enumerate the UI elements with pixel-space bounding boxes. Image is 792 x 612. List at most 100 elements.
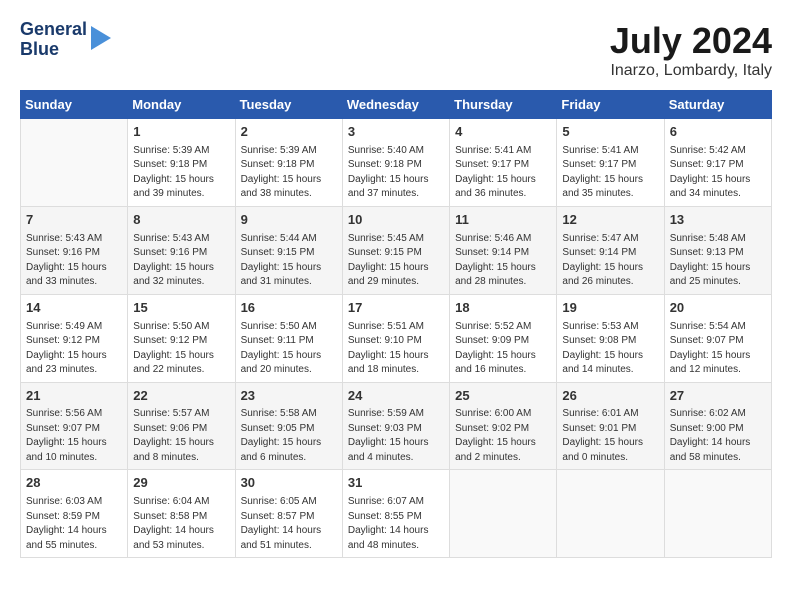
weekday-header: Wednesday — [342, 91, 449, 119]
weekday-header-row: SundayMondayTuesdayWednesdayThursdayFrid… — [21, 91, 772, 119]
calendar-cell: 20Sunrise: 5:54 AM Sunset: 9:07 PM Dayli… — [664, 294, 771, 382]
calendar-cell: 27Sunrise: 6:02 AM Sunset: 9:00 PM Dayli… — [664, 382, 771, 470]
day-info: Sunrise: 5:50 AM Sunset: 9:12 PM Dayligh… — [133, 320, 229, 378]
title-block: July 2024 Inarzo, Lombardy, Italy — [610, 20, 772, 80]
day-info: Sunrise: 5:41 AM Sunset: 9:17 PM Dayligh… — [562, 144, 658, 202]
calendar-cell: 26Sunrise: 6:01 AM Sunset: 9:01 PM Dayli… — [557, 382, 664, 470]
calendar-cell — [557, 470, 664, 558]
day-info: Sunrise: 6:03 AM Sunset: 8:59 PM Dayligh… — [26, 495, 122, 553]
day-number: 25 — [455, 387, 551, 406]
calendar-cell: 8Sunrise: 5:43 AM Sunset: 9:16 PM Daylig… — [128, 206, 235, 294]
weekday-header: Thursday — [450, 91, 557, 119]
calendar-cell — [664, 470, 771, 558]
weekday-header: Tuesday — [235, 91, 342, 119]
day-info: Sunrise: 5:50 AM Sunset: 9:11 PM Dayligh… — [241, 320, 337, 378]
calendar-week-row: 28 Sunrise: 6:03 AM Sunset: 8:59 PM Dayli… — [21, 470, 772, 558]
calendar-cell: 19Sunrise: 5:53 AM Sunset: 9:08 PM Dayli… — [557, 294, 664, 382]
day-number: 22 — [133, 387, 229, 406]
day-number: 20 — [670, 299, 766, 318]
day-number: 6 — [670, 123, 766, 142]
calendar-cell: 1 Sunrise: 5:39 AM Sunset: 9:18 PM Daylig… — [128, 119, 235, 207]
logo-text-line1: General — [20, 20, 87, 40]
weekday-header: Monday — [128, 91, 235, 119]
calendar-cell: 18Sunrise: 5:52 AM Sunset: 9:09 PM Dayli… — [450, 294, 557, 382]
day-info: Sunrise: 5:45 AM Sunset: 9:15 PM Dayligh… — [348, 232, 444, 290]
calendar-cell: 3Sunrise: 5:40 AM Sunset: 9:18 PM Daylig… — [342, 119, 449, 207]
day-number: 29 — [133, 474, 229, 493]
page-header: General Blue July 2024 Inarzo, Lombardy,… — [20, 20, 772, 80]
calendar-cell: 30 Sunrise: 6:05 AM Sunset: 8:57 PM Dayli… — [235, 470, 342, 558]
day-number: 27 — [670, 387, 766, 406]
day-info: Sunrise: 5:47 AM Sunset: 9:14 PM Dayligh… — [562, 232, 658, 290]
day-info: Sunrise: 5:51 AM Sunset: 9:10 PM Dayligh… — [348, 320, 444, 378]
calendar-cell: 13 Sunrise: 5:48 AM Sunset: 9:13 PM Dayli… — [664, 206, 771, 294]
day-info: Sunrise: 5:48 AM Sunset: 9:13 PM Dayligh… — [670, 232, 766, 290]
calendar-cell: 9Sunrise: 5:44 AM Sunset: 9:15 PM Daylig… — [235, 206, 342, 294]
day-number: 12 — [562, 211, 658, 230]
day-number: 21 — [26, 387, 122, 406]
logo-text-line2: Blue — [20, 40, 87, 60]
weekday-header: Friday — [557, 91, 664, 119]
day-number: 8 — [133, 211, 229, 230]
calendar-cell: 2 Sunrise: 5:39 AM Sunset: 9:18 PM Daylig… — [235, 119, 342, 207]
day-number: 13 — [670, 211, 766, 230]
calendar-week-row: 1 Sunrise: 5:39 AM Sunset: 9:18 PM Daylig… — [21, 119, 772, 207]
day-info: Sunrise: 6:07 AM Sunset: 8:55 PM Dayligh… — [348, 495, 444, 553]
day-number: 5 — [562, 123, 658, 142]
day-number: 19 — [562, 299, 658, 318]
day-number: 2 — [241, 123, 337, 142]
day-info: Sunrise: 5:41 AM Sunset: 9:17 PM Dayligh… — [455, 144, 551, 202]
day-info: Sunrise: 6:04 AM Sunset: 8:58 PM Dayligh… — [133, 495, 229, 553]
day-number: 3 — [348, 123, 444, 142]
calendar-cell: 11 Sunrise: 5:46 AM Sunset: 9:14 PM Dayli… — [450, 206, 557, 294]
calendar-cell: 7Sunrise: 5:43 AM Sunset: 9:16 PM Daylig… — [21, 206, 128, 294]
day-info: Sunrise: 5:49 AM Sunset: 9:12 PM Dayligh… — [26, 320, 122, 378]
day-info: Sunrise: 6:01 AM Sunset: 9:01 PM Dayligh… — [562, 407, 658, 465]
day-info: Sunrise: 6:02 AM Sunset: 9:00 PM Dayligh… — [670, 407, 766, 465]
main-title: July 2024 — [610, 20, 772, 62]
calendar-cell: 14 Sunrise: 5:49 AM Sunset: 9:12 PM Dayli… — [21, 294, 128, 382]
day-number: 30 — [241, 474, 337, 493]
day-info: Sunrise: 5:58 AM Sunset: 9:05 PM Dayligh… — [241, 407, 337, 465]
calendar-cell: 15Sunrise: 5:50 AM Sunset: 9:12 PM Dayli… — [128, 294, 235, 382]
day-number: 7 — [26, 211, 122, 230]
logo-arrow-icon — [91, 26, 111, 50]
day-info: Sunrise: 5:42 AM Sunset: 9:17 PM Dayligh… — [670, 144, 766, 202]
day-info: Sunrise: 5:39 AM Sunset: 9:18 PM Dayligh… — [133, 144, 229, 202]
day-number: 14 — [26, 299, 122, 318]
day-info: Sunrise: 5:46 AM Sunset: 9:14 PM Dayligh… — [455, 232, 551, 290]
day-number: 28 — [26, 474, 122, 493]
weekday-header: Saturday — [664, 91, 771, 119]
day-number: 31 — [348, 474, 444, 493]
calendar-cell: 5 Sunrise: 5:41 AM Sunset: 9:17 PM Daylig… — [557, 119, 664, 207]
calendar-cell: 21Sunrise: 5:56 AM Sunset: 9:07 PM Dayli… — [21, 382, 128, 470]
day-info: Sunrise: 6:05 AM Sunset: 8:57 PM Dayligh… — [241, 495, 337, 553]
calendar-cell: 28 Sunrise: 6:03 AM Sunset: 8:59 PM Dayli… — [21, 470, 128, 558]
calendar-cell — [450, 470, 557, 558]
calendar-cell: 10Sunrise: 5:45 AM Sunset: 9:15 PM Dayli… — [342, 206, 449, 294]
calendar-cell: 22Sunrise: 5:57 AM Sunset: 9:06 PM Dayli… — [128, 382, 235, 470]
day-number: 11 — [455, 211, 551, 230]
calendar-cell: 23Sunrise: 5:58 AM Sunset: 9:05 PM Dayli… — [235, 382, 342, 470]
calendar-cell: 4Sunrise: 5:41 AM Sunset: 9:17 PM Daylig… — [450, 119, 557, 207]
day-info: Sunrise: 5:44 AM Sunset: 9:15 PM Dayligh… — [241, 232, 337, 290]
calendar-cell: 24Sunrise: 5:59 AM Sunset: 9:03 PM Dayli… — [342, 382, 449, 470]
day-info: Sunrise: 5:39 AM Sunset: 9:18 PM Dayligh… — [241, 144, 337, 202]
day-number: 24 — [348, 387, 444, 406]
calendar-cell: 17 Sunrise: 5:51 AM Sunset: 9:10 PM Dayli… — [342, 294, 449, 382]
calendar-cell: 25Sunrise: 6:00 AM Sunset: 9:02 PM Dayli… — [450, 382, 557, 470]
day-number: 26 — [562, 387, 658, 406]
day-number: 23 — [241, 387, 337, 406]
day-number: 1 — [133, 123, 229, 142]
day-number: 17 — [348, 299, 444, 318]
calendar-cell: 12 Sunrise: 5:47 AM Sunset: 9:14 PM Dayli… — [557, 206, 664, 294]
subtitle: Inarzo, Lombardy, Italy — [610, 62, 772, 80]
calendar-cell: 31 Sunrise: 6:07 AM Sunset: 8:55 PM Dayli… — [342, 470, 449, 558]
day-info: Sunrise: 5:56 AM Sunset: 9:07 PM Dayligh… — [26, 407, 122, 465]
day-info: Sunrise: 5:57 AM Sunset: 9:06 PM Dayligh… — [133, 407, 229, 465]
weekday-header: Sunday — [21, 91, 128, 119]
calendar-cell: 6 Sunrise: 5:42 AM Sunset: 9:17 PM Daylig… — [664, 119, 771, 207]
calendar-cell: 29 Sunrise: 6:04 AM Sunset: 8:58 PM Dayli… — [128, 470, 235, 558]
calendar-cell: 16Sunrise: 5:50 AM Sunset: 9:11 PM Dayli… — [235, 294, 342, 382]
logo: General Blue — [20, 20, 111, 60]
